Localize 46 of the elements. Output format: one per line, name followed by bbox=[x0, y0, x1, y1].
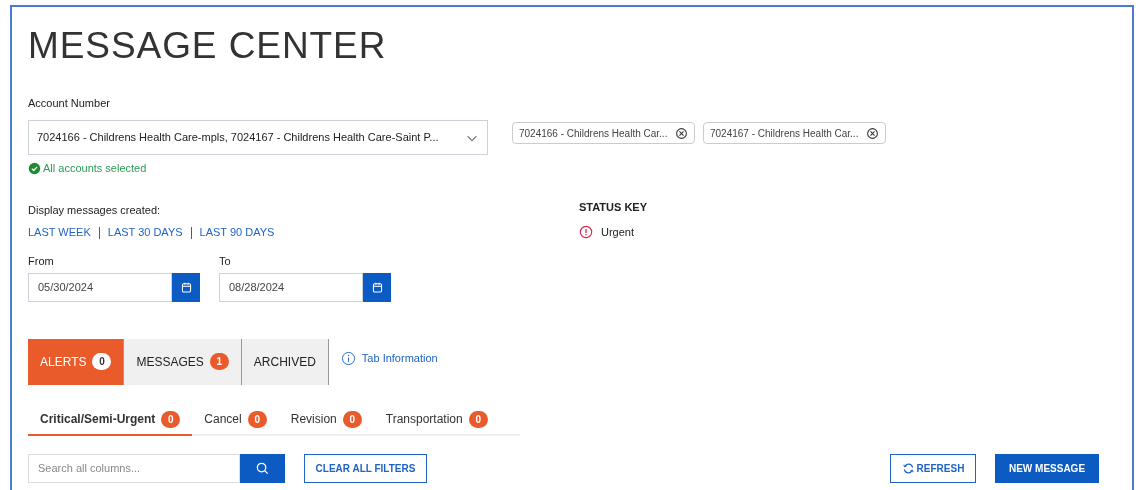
page-title: MESSAGE CENTER bbox=[28, 24, 387, 68]
date-range-link[interactable]: LAST WEEK bbox=[28, 224, 91, 241]
sub-tab[interactable]: Critical/Semi-Urgent 0 bbox=[28, 404, 193, 436]
field-label: To bbox=[219, 253, 232, 267]
calendar-icon bbox=[179, 280, 193, 294]
field-label: From bbox=[28, 253, 55, 267]
status-key-label: Urgent bbox=[601, 225, 635, 240]
remove-icon bbox=[675, 126, 688, 140]
search-field[interactable]: Search all columns... bbox=[28, 453, 240, 483]
refresh-icon bbox=[901, 461, 915, 475]
count-badge: 0 bbox=[468, 410, 488, 428]
search-icon bbox=[255, 460, 270, 476]
remove-icon bbox=[866, 126, 879, 140]
count-badge: 0 bbox=[161, 410, 181, 428]
field-label: Display messages created: bbox=[28, 202, 162, 216]
tab-information-link[interactable]: Tab Information bbox=[340, 350, 438, 367]
count-badge: 0 bbox=[92, 353, 112, 370]
field-label: Account Number bbox=[28, 96, 111, 109]
status-key-title: STATUS KEY bbox=[579, 199, 648, 215]
tab[interactable]: ALERTS 0 bbox=[28, 338, 125, 385]
check-circle-icon bbox=[28, 161, 41, 175]
account-chip: 7024167 - Childrens Health Car... bbox=[703, 122, 886, 144]
urgent-icon bbox=[579, 225, 593, 240]
date-input[interactable]: 08/28/2024 bbox=[219, 272, 363, 302]
count-badge: 0 bbox=[342, 410, 362, 428]
date-range-link[interactable]: LAST 30 DAYS bbox=[107, 224, 183, 241]
status-text: All accounts selected bbox=[43, 161, 147, 176]
date-input[interactable]: 05/30/2024 bbox=[28, 272, 172, 302]
sub-tab[interactable]: Cancel 0 bbox=[192, 404, 279, 436]
sub-tab[interactable]: Transportation 0 bbox=[373, 404, 500, 436]
account-chip: 7024166 - Childrens Health Car... bbox=[512, 122, 695, 144]
calendar-button[interactable] bbox=[363, 272, 391, 302]
refresh-button[interactable]: REFRESH bbox=[890, 453, 976, 483]
tab[interactable]: MESSAGES 1 bbox=[124, 338, 242, 385]
count-badge: 1 bbox=[209, 353, 229, 370]
calendar-button[interactable] bbox=[172, 272, 200, 302]
count-badge: 0 bbox=[247, 410, 267, 428]
calendar-icon bbox=[370, 280, 384, 294]
date-range-link[interactable]: LAST 90 DAYS bbox=[199, 224, 275, 241]
search-button[interactable] bbox=[240, 453, 285, 483]
account-dropdown[interactable]: 7024166 - Childrens Health Care-mpls, 7024167 - Childrens Health Care-Saint P... bbox=[28, 120, 488, 155]
sub-tab[interactable]: Revision 0 bbox=[278, 404, 374, 436]
clear-filters-button[interactable]: CLEAR ALL FILTERS bbox=[304, 453, 427, 483]
info-icon bbox=[340, 351, 356, 366]
tab[interactable]: ARCHIVED bbox=[241, 338, 329, 385]
new-message-button[interactable]: NEW MESSAGE bbox=[995, 453, 1099, 483]
